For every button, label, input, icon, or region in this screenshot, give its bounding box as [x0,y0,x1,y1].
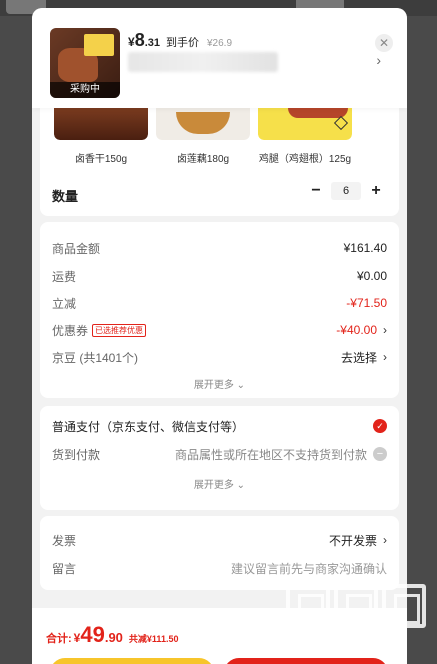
total-integer: 49 [80,622,105,647]
invoice-value: 不开发票 [328,533,377,548]
cod-row: 货到付款 商品属性或所在地区不支持货到付款 − [52,444,387,464]
flavor-option[interactable]: 鸡腿（鸡翅根）125g [258,108,352,165]
flavor-label: 卤莲藕180g [176,154,230,165]
coupon-label-group: 优惠券 已选推荐优惠 [52,322,147,339]
quantity-label: 数量 [52,189,79,204]
cod-value-group: 商品属性或所在地区不支持货到付款 − [175,446,387,463]
price-integer: 8 [134,30,145,50]
payment-normal-label: 普通支付（京东支付、微信支付等） [52,419,245,434]
flavor-label: 卤香干150g [74,154,128,165]
product-image-caption: 采购中 [50,82,120,98]
watermark-url: zhizhizhi.com [286,630,377,645]
price-label: 到手价 [166,37,199,49]
invoice-value-group: 不开发票 › [329,532,387,549]
shipping-value: ¥0.00 [356,269,387,283]
product-image: 采购中 [50,28,120,98]
coupon-row[interactable]: 优惠券 已选推荐优惠 -¥40.00 › [52,320,387,340]
goods-amount-label: 商品金额 [52,241,101,256]
increase-button[interactable]: + [367,182,385,200]
flavor-label: 鸡腿（鸡翅根）125g [258,154,352,165]
flavor-image [156,108,250,140]
cod-value: 商品属性或所在地区不支持货到付款 [174,447,367,462]
add-to-cart-button[interactable] [50,658,214,664]
shipping-row: 运费 ¥0.00 [52,266,387,286]
goods-amount-row: 商品金额 ¥161.40 [52,238,387,258]
decrease-button[interactable]: − [307,182,325,200]
coupon-value-group: -¥40.00 › [336,323,387,337]
goods-amount-value: ¥161.40 [343,241,387,255]
total-label: 合计: [46,633,72,645]
invoice-label: 发票 [52,533,77,548]
payment-normal-row[interactable]: 普通支付（京东支付、微信支付等） ✓ [52,416,387,436]
product-header: 采购中 ¥ 8 .31 到手价 ¥26.9 ✕ › [32,8,407,108]
jingdou-label: 京豆 (共1401个) [52,350,139,365]
invoice-row[interactable]: 发票 不开发票 › [52,530,387,550]
coupon-value: -¥40.00 [336,323,377,337]
discount-label: 立减 [52,296,77,311]
watermark-logo: zhizhizhi.com [286,584,436,664]
total-saved: 共减¥111.50 [128,634,179,644]
chevron-right-icon: › [383,323,387,337]
coupon-tag: 已选推荐优惠 [92,323,147,337]
price-row: ¥ 8 .31 到手价 ¥26.9 [128,30,232,51]
total-decimal: .90 [104,630,123,645]
expand-more-button[interactable]: 展开更多 ⌄ [40,376,399,391]
discount-value: -¥71.50 [346,296,387,310]
jingdou-value: 去选择 [340,350,377,365]
shipping-label: 运费 [52,269,77,284]
chevron-right-icon: › [383,533,387,547]
jingdou-value-group: 去选择 › [341,349,387,366]
cod-label: 货到付款 [52,447,101,462]
flavor-option[interactable]: 卤香干150g [54,108,148,165]
price-decimal: .31 [144,37,160,49]
payment-methods: 普通支付（京东支付、微信支付等） ✓ 货到付款 商品属性或所在地区不支持货到付款… [40,406,399,510]
close-icon[interactable]: ✕ [375,34,393,52]
blurred-selection-text [128,52,278,72]
quantity-stepper: − 6 + [307,182,385,200]
amount-summary: 商品金额 ¥161.40 运费 ¥0.00 立减 -¥71.50 优惠券 已选推… [40,222,399,398]
order-sheet: 卤香干150g 卤莲藕180g 鸡腿（鸡翅根）125g 数量 − 6 + 商品金… [32,8,407,664]
total-price: 合计: ¥ 49 .90 共减¥111.50 [46,622,178,648]
expand-more-button[interactable]: 展开更多 ⌄ [40,476,399,491]
price-currency: ¥ [128,35,135,49]
flavor-image [258,108,352,140]
note-label: 留言 [52,561,77,576]
flavor-image [54,108,148,140]
original-price: ¥26.9 [207,38,233,49]
total-currency: ¥ [73,631,81,645]
note-input[interactable]: 建议留言前先与商家沟通确认 [231,560,387,577]
jingdou-row[interactable]: 京豆 (共1401个) 去选择 › [52,347,387,367]
disabled-icon: − [373,447,387,461]
discount-row: 立减 -¥71.50 [52,293,387,313]
checkmark-icon: ✓ [373,419,387,433]
chevron-right-icon[interactable]: › [376,52,381,68]
quantity-input[interactable]: 6 [331,182,361,200]
flavor-option[interactable]: 卤莲藕180g [156,108,250,165]
invoice-section: 发票 不开发票 › 留言 建议留言前先与商家沟通确认 [40,516,399,590]
note-row[interactable]: 留言 建议留言前先与商家沟通确认 [52,558,387,578]
chevron-right-icon: › [383,350,387,364]
coupon-label: 优惠券 [52,323,89,338]
